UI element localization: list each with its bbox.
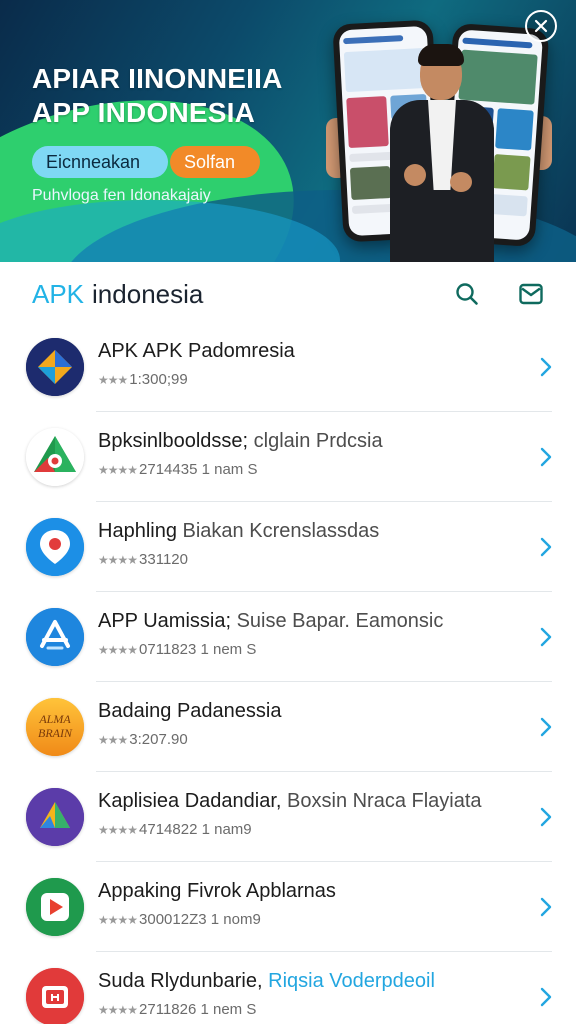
app-list: APK APK Padomresia ★★★ 1:300;99 Bpksinlbo… [0, 322, 576, 1024]
header-actions [454, 281, 544, 307]
list-item[interactable]: APK APK Padomresia ★★★ 1:300;99 [0, 322, 576, 412]
app-meta: ★★★★ 300012Z3 1 nom9 [98, 911, 261, 928]
list-item[interactable]: Bpksinlbooldsse; clglain Prdcsia ★★★★ 271… [0, 412, 576, 502]
app-text: Kaplisiea Dadandiar, Boxsin Nraca Flayia… [98, 788, 516, 840]
banner-pill-secondary[interactable]: Solfan [170, 146, 260, 178]
app-text: Bpksinlbooldsse; clglain Prdcsia ★★★★ 271… [98, 428, 516, 480]
list-item[interactable]: ALMA BRAIN Badaing Padanessia ★★★ 3:207.9… [0, 682, 576, 772]
diamond-play-icon [26, 338, 84, 396]
close-banner-button[interactable] [525, 10, 557, 42]
list-item[interactable]: Kaplisiea Dadandiar, Boxsin Nraca Flayia… [0, 772, 576, 862]
chevron-right-icon [538, 536, 554, 558]
app-logo[interactable]: APK indonesia [32, 279, 203, 309]
icon-text-top: ALMA [38, 712, 71, 726]
app-meta: ★★★★ 331120 [98, 551, 188, 568]
app-name: Kaplisiea Dadandiar, Boxsin Nraca Flayia… [98, 790, 482, 812]
close-icon [534, 19, 548, 33]
app-name: APP Uamissia; Suise Bapar. Eamonsic [98, 610, 444, 632]
chevron-right-icon [538, 716, 554, 738]
green-triangle-icon [26, 428, 84, 486]
app-meta: ★★★★ 2714435 1 nam S [98, 461, 258, 478]
chevron-right-icon [538, 356, 554, 378]
brain-badge-icon: ALMA BRAIN [26, 698, 84, 756]
chevron-right-icon [538, 806, 554, 828]
banner-title: APIAR IINONNEIIA APP INDONESIA [32, 62, 283, 130]
app-text: Appaking Fivrok Apblarnas ★★★★ 300012Z3 1… [98, 878, 516, 930]
list-item[interactable]: Suda Rlydunbarie, Riqsia Voderpdeoil ★★★… [0, 952, 576, 1024]
purple-play-icon [26, 788, 84, 846]
app-name: Badaing Padanessia [98, 700, 282, 722]
search-button[interactable] [454, 281, 480, 307]
chevron-right-icon [538, 896, 554, 918]
mail-button[interactable] [518, 281, 544, 307]
location-pin-icon [26, 518, 84, 576]
chevron-right-icon [538, 446, 554, 468]
green-play-icon [26, 878, 84, 936]
app-meta: ★★★ 3:207.90 [98, 731, 188, 748]
banner-title-line2: APP INDONESIA [32, 97, 256, 128]
app-meta: ★★★★ 2711826 1 nem S [98, 1001, 257, 1018]
promo-banner[interactable]: APIAR IINONNEIIA APP INDONESIA Eicnneaka… [0, 0, 576, 262]
app-name: APK APK Padomresia [98, 340, 295, 362]
presenter-figure [386, 44, 498, 262]
app-text: APP Uamissia; Suise Bapar. Eamonsic ★★★★… [98, 608, 516, 660]
app-text: APK APK Padomresia ★★★ 1:300;99 [98, 338, 516, 390]
app-header: APK indonesia [0, 262, 576, 326]
chevron-right-icon [538, 986, 554, 1008]
app-meta: ★★★ 1:300;99 [98, 371, 188, 388]
search-icon [456, 283, 478, 305]
app-store-icon [26, 608, 84, 666]
app-text: Haphling Biakan Kcrenslassdas ★★★★ 331120 [98, 518, 516, 570]
list-item[interactable]: APP Uamissia; Suise Bapar. Eamonsic ★★★★… [0, 592, 576, 682]
mail-icon [519, 283, 543, 305]
app-name: Haphling Biakan Kcrenslassdas [98, 520, 380, 542]
icon-text-bottom: BRAIN [38, 726, 73, 740]
banner-pill-primary[interactable]: Eicnneakan [32, 146, 168, 178]
red-bag-icon [26, 968, 84, 1024]
app-name: Appaking Fivrok Apblarnas [98, 880, 336, 902]
app-name: Suda Rlydunbarie, Riqsia Voderpdeoil [98, 970, 435, 992]
logo-brand: indonesia [92, 279, 204, 309]
banner-subtitle: Puhvloga fen Idonakajaiy [32, 187, 211, 204]
banner-title-line1: APIAR IINONNEIIA [32, 63, 283, 94]
list-item[interactable]: Haphling Biakan Kcrenslassdas ★★★★ 331120 [0, 502, 576, 592]
list-item[interactable]: Appaking Fivrok Apblarnas ★★★★ 300012Z3 1… [0, 862, 576, 952]
app-meta: ★★★★ 4714822 1 nam9 [98, 821, 252, 838]
app-text: Badaing Padanessia ★★★ 3:207.90 [98, 698, 516, 750]
app-text: Suda Rlydunbarie, Riqsia Voderpdeoil ★★★… [98, 968, 516, 1020]
app-meta: ★★★★ 0711823 1 nem S [98, 641, 257, 658]
app-name: Bpksinlbooldsse; clglain Prdcsia [98, 430, 383, 452]
logo-prefix: APK [32, 279, 85, 309]
chevron-right-icon [538, 626, 554, 648]
